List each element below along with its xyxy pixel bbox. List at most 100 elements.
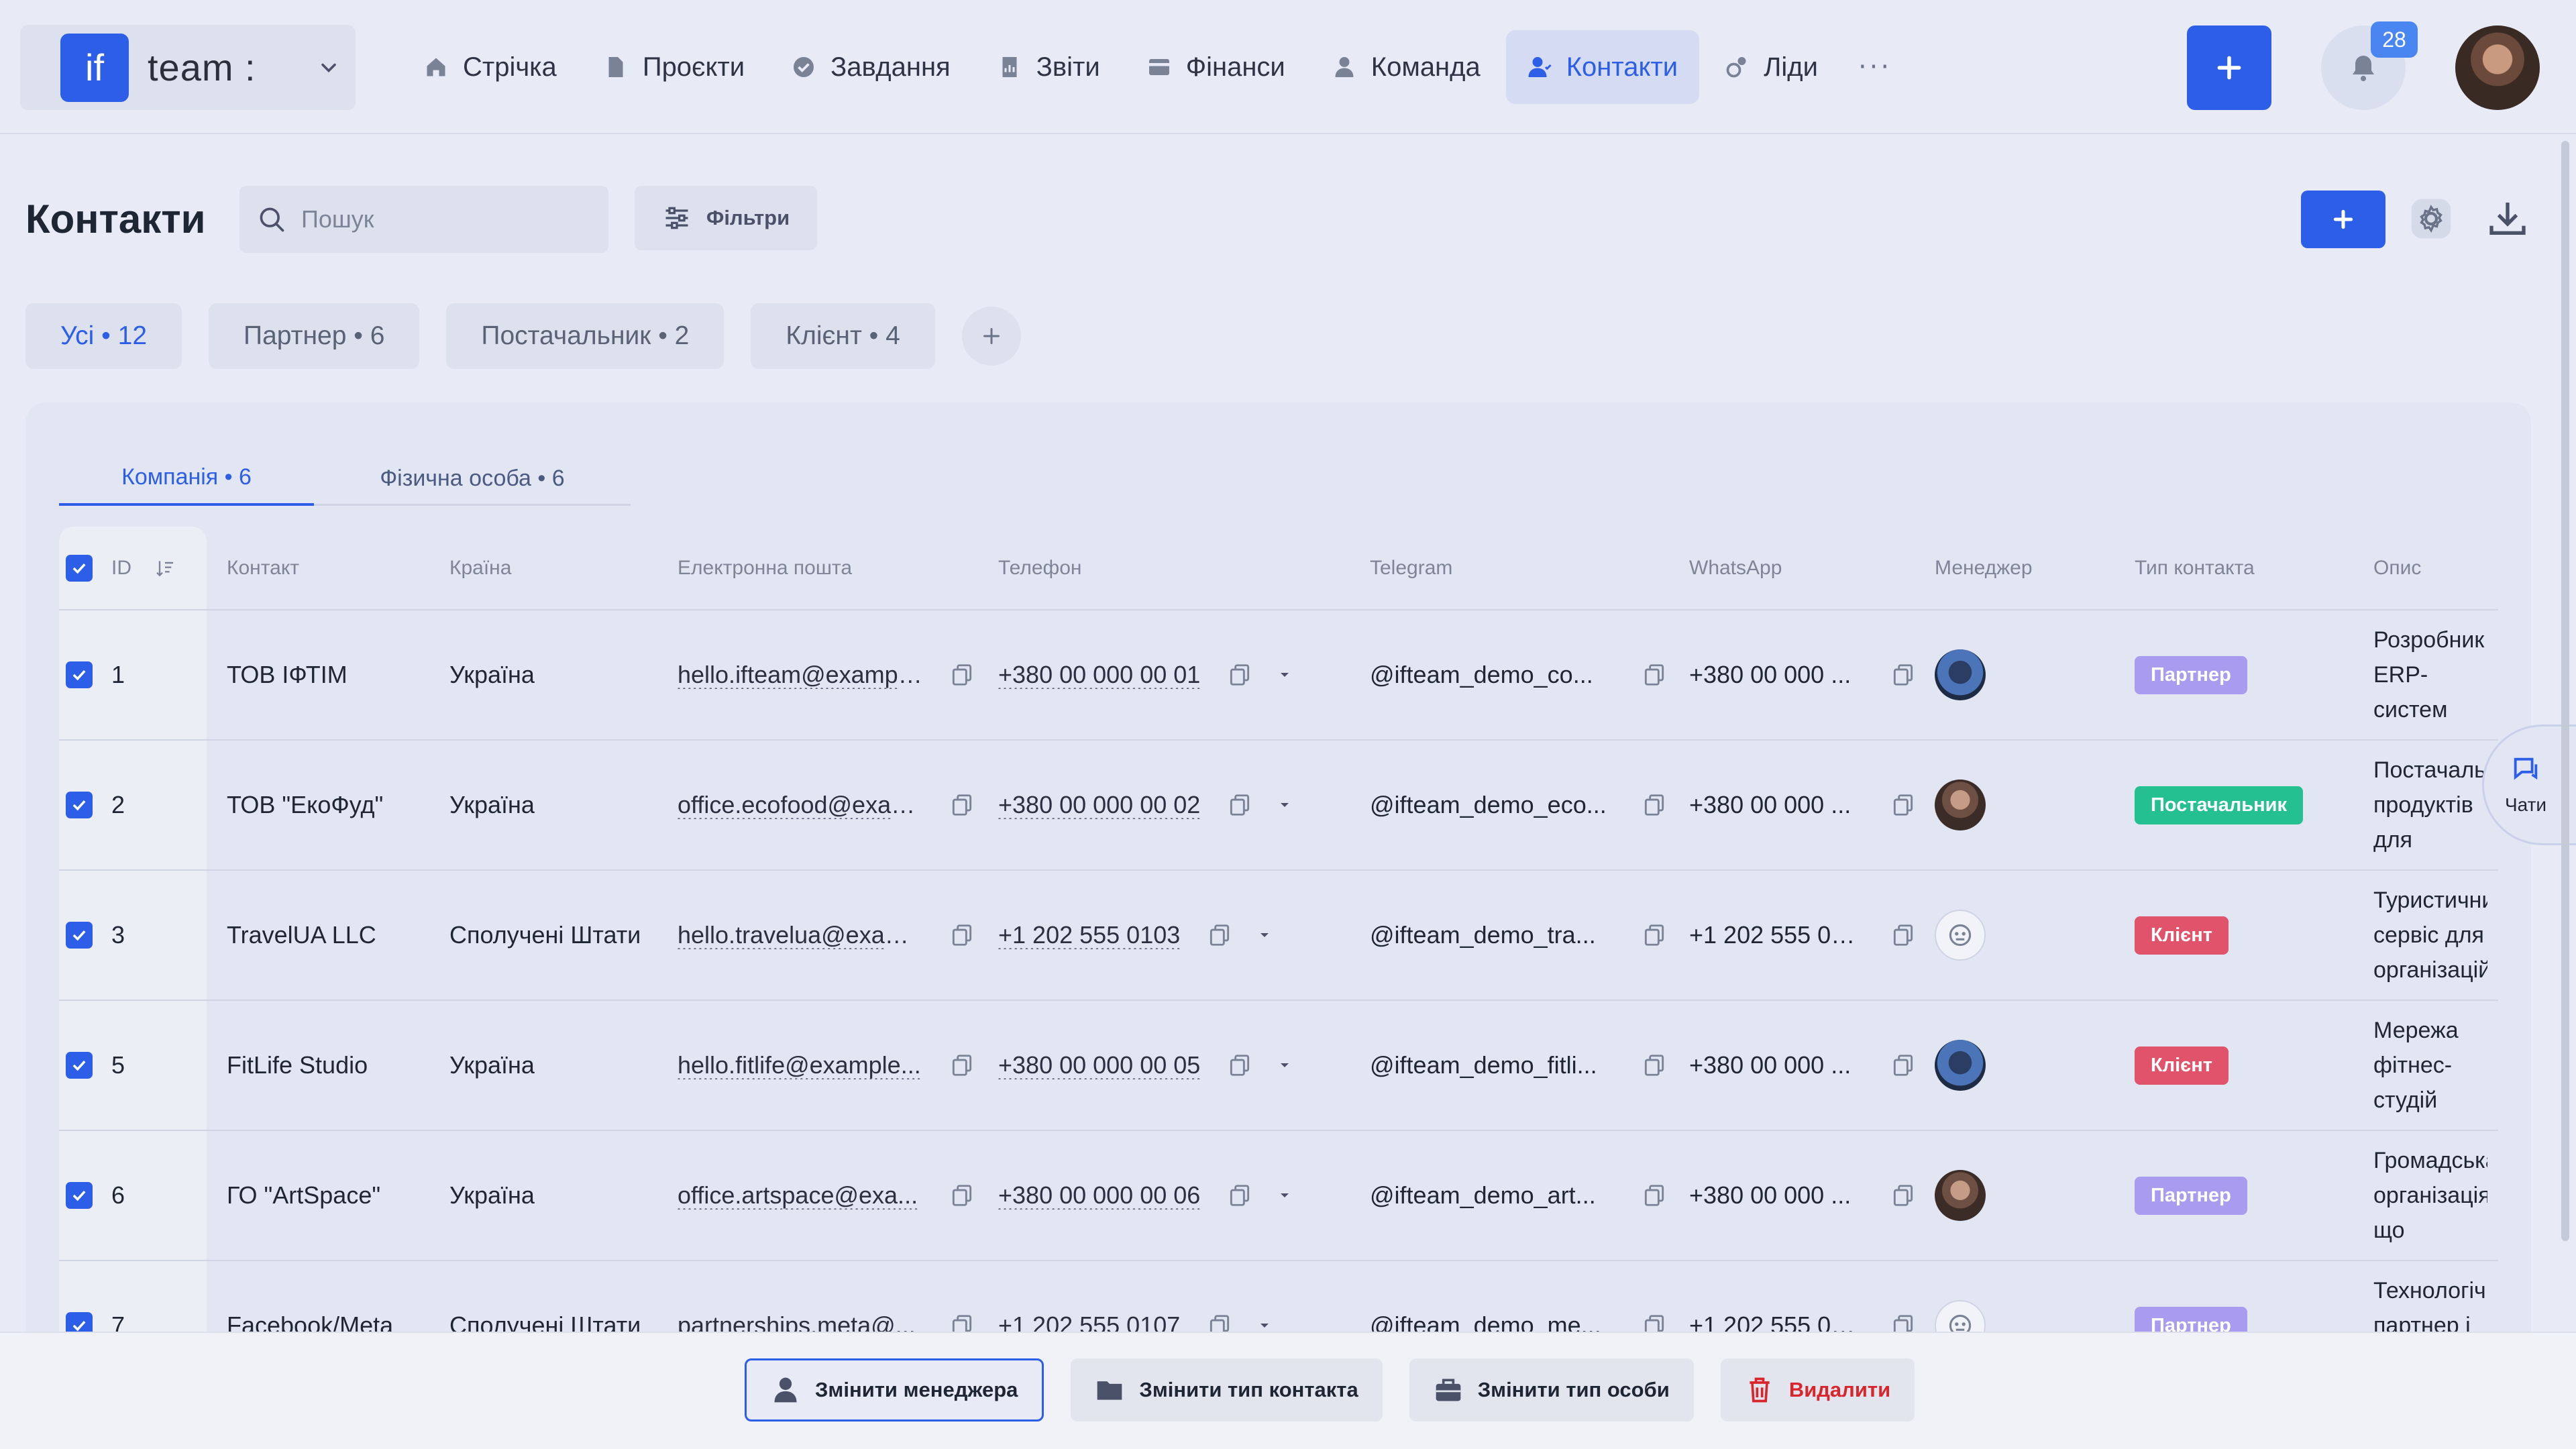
- table-row[interactable]: 3 TravelUA LLC Сполучені Штати hello.travel…: [59, 870, 2498, 1001]
- email-link[interactable]: partnerships.meta@...: [678, 1311, 922, 1332]
- copy-icon[interactable]: [1642, 1183, 1667, 1208]
- cell-contact-name[interactable]: ГО "ArtSpace": [207, 1130, 449, 1261]
- column-header-id[interactable]: ID: [111, 557, 131, 580]
- email-link[interactable]: office.artspace@exa...: [678, 1181, 922, 1210]
- telegram-handle[interactable]: @ifteam_demo_eco...: [1370, 791, 1615, 819]
- nav-item-finance[interactable]: Фінанси: [1126, 30, 1307, 104]
- column-header-contact-type[interactable]: Тип контакта: [2135, 527, 2373, 610]
- telegram-handle[interactable]: @ifteam_demo_co...: [1370, 661, 1615, 689]
- whatsapp-number[interactable]: +1 202 555 01...: [1689, 1311, 1864, 1332]
- phone-link[interactable]: +1 202 555 0103: [998, 921, 1180, 949]
- change-contact-type-button[interactable]: Змінити тип контакта: [1071, 1358, 1383, 1421]
- manager-avatar[interactable]: [1935, 910, 1986, 961]
- telegram-handle[interactable]: @ifteam_demo_fitli...: [1370, 1051, 1615, 1079]
- search-box[interactable]: [239, 186, 608, 253]
- select-all-checkbox[interactable]: [66, 554, 93, 582]
- subtab-individual[interactable]: Фізична особа • 6: [314, 451, 631, 506]
- caret-down-icon[interactable]: [1277, 1057, 1293, 1073]
- add-type-tab-button[interactable]: [961, 307, 1021, 366]
- caret-down-icon[interactable]: [1277, 667, 1293, 683]
- row-checkbox[interactable]: [66, 661, 93, 688]
- sort-icon[interactable]: [154, 557, 176, 579]
- email-link[interactable]: office.ecofood@exam...: [678, 791, 922, 819]
- column-header-telegram[interactable]: Telegram: [1370, 527, 1689, 610]
- column-header-email[interactable]: Електронна пошта: [678, 527, 998, 610]
- copy-icon[interactable]: [1227, 1183, 1252, 1208]
- subtab-company[interactable]: Компанія • 6: [59, 451, 314, 506]
- copy-icon[interactable]: [1227, 1053, 1252, 1078]
- nav-item-tasks[interactable]: Завдання: [770, 30, 972, 104]
- change-person-type-button[interactable]: Змінити тип особи: [1409, 1358, 1694, 1421]
- tab-all[interactable]: Усі • 12: [25, 303, 182, 369]
- nav-item-reports[interactable]: Звіти: [976, 30, 1122, 104]
- column-header-whatsapp[interactable]: WhatsApp: [1689, 527, 1935, 610]
- phone-link[interactable]: +380 00 000 00 06: [998, 1181, 1200, 1210]
- caret-down-icon[interactable]: [1256, 927, 1273, 943]
- table-row[interactable]: 5 FitLife Studio Україна hello.fitlife@exam…: [59, 1000, 2498, 1131]
- column-header-phone[interactable]: Телефон: [998, 527, 1370, 610]
- change-manager-button[interactable]: Змінити менеджера: [745, 1358, 1044, 1421]
- copy-icon[interactable]: [1642, 662, 1667, 688]
- copy-icon[interactable]: [1227, 792, 1252, 818]
- copy-icon[interactable]: [949, 662, 975, 688]
- copy-icon[interactable]: [1642, 792, 1667, 818]
- whatsapp-number[interactable]: +380 00 000 ...: [1689, 791, 1864, 819]
- manager-avatar[interactable]: [1935, 1040, 1986, 1091]
- telegram-handle[interactable]: @ifteam_demo_tra...: [1370, 921, 1615, 949]
- copy-icon[interactable]: [1207, 922, 1232, 948]
- table-row[interactable]: 2 ТОВ "ЕкоФуд" Україна office.ecofood@exam.…: [59, 740, 2498, 871]
- nav-item-feed[interactable]: Стрічка: [402, 30, 578, 104]
- phone-link[interactable]: +380 00 000 00 02: [998, 791, 1200, 819]
- nav-item-team[interactable]: Команда: [1311, 30, 1502, 104]
- whatsapp-number[interactable]: +380 00 000 ...: [1689, 1051, 1864, 1079]
- copy-icon[interactable]: [1642, 922, 1667, 948]
- nav-more-button[interactable]: ···: [1843, 30, 1907, 104]
- copy-icon[interactable]: [1890, 1313, 1916, 1332]
- tab-partner[interactable]: Партнер • 6: [209, 303, 420, 369]
- email-link[interactable]: hello.fitlife@example...: [678, 1051, 922, 1079]
- phone-link[interactable]: +1 202 555 0107: [998, 1311, 1180, 1332]
- row-checkbox[interactable]: [66, 1052, 93, 1079]
- filters-button[interactable]: Фільтри: [635, 186, 817, 250]
- cell-contact-name[interactable]: Facebook/Meta: [207, 1260, 449, 1332]
- search-input[interactable]: [301, 205, 583, 233]
- cell-contact-name[interactable]: ТОВ "ЕкоФуд": [207, 740, 449, 871]
- manager-avatar[interactable]: [1935, 1300, 1986, 1332]
- manager-avatar[interactable]: [1935, 649, 1986, 700]
- caret-down-icon[interactable]: [1256, 1318, 1273, 1332]
- delete-button[interactable]: Видалити: [1720, 1358, 1915, 1421]
- table-row[interactable]: 6 ГО "ArtSpace" Україна office.artspace@exa…: [59, 1130, 2498, 1261]
- column-header-manager[interactable]: Менеджер: [1935, 527, 2135, 610]
- column-header-contact[interactable]: Контакт: [207, 527, 449, 610]
- team-switcher[interactable]: if team :: [20, 25, 356, 110]
- copy-icon[interactable]: [1890, 1183, 1916, 1208]
- copy-icon[interactable]: [1890, 1053, 1916, 1078]
- caret-down-icon[interactable]: [1277, 797, 1293, 813]
- whatsapp-number[interactable]: +380 00 000 ...: [1689, 1181, 1864, 1210]
- copy-icon[interactable]: [1642, 1313, 1667, 1332]
- copy-icon[interactable]: [1890, 792, 1916, 818]
- create-button[interactable]: [2187, 25, 2271, 110]
- telegram-handle[interactable]: @ifteam_demo_me...: [1370, 1311, 1615, 1332]
- phone-link[interactable]: +380 00 000 00 01: [998, 661, 1200, 689]
- manager-avatar[interactable]: [1935, 1170, 1986, 1221]
- download-button[interactable]: [2486, 197, 2529, 240]
- phone-link[interactable]: +380 00 000 00 05: [998, 1051, 1200, 1079]
- table-row[interactable]: 7 Facebook/Meta Сполучені Штати partnership…: [59, 1260, 2498, 1332]
- user-avatar[interactable]: [2455, 25, 2540, 110]
- email-link[interactable]: hello.travelua@exam...: [678, 921, 922, 949]
- copy-icon[interactable]: [949, 922, 975, 948]
- nav-item-contacts[interactable]: Контакти: [1505, 30, 1700, 104]
- copy-icon[interactable]: [949, 1053, 975, 1078]
- nav-item-leads[interactable]: Ліди: [1703, 30, 1839, 104]
- cell-contact-name[interactable]: FitLife Studio: [207, 1000, 449, 1131]
- column-header-description[interactable]: Опис: [2373, 527, 2498, 610]
- add-contact-button[interactable]: [2301, 191, 2385, 248]
- whatsapp-number[interactable]: +1 202 555 01...: [1689, 921, 1864, 949]
- nav-item-projects[interactable]: Проєкти: [582, 30, 766, 104]
- page-scrollbar[interactable]: [2561, 141, 2569, 1241]
- cell-contact-name[interactable]: ТОВ ІФТІМ: [207, 610, 449, 741]
- cell-contact-name[interactable]: TravelUA LLC: [207, 870, 449, 1001]
- row-checkbox[interactable]: [66, 1182, 93, 1209]
- copy-icon[interactable]: [949, 792, 975, 818]
